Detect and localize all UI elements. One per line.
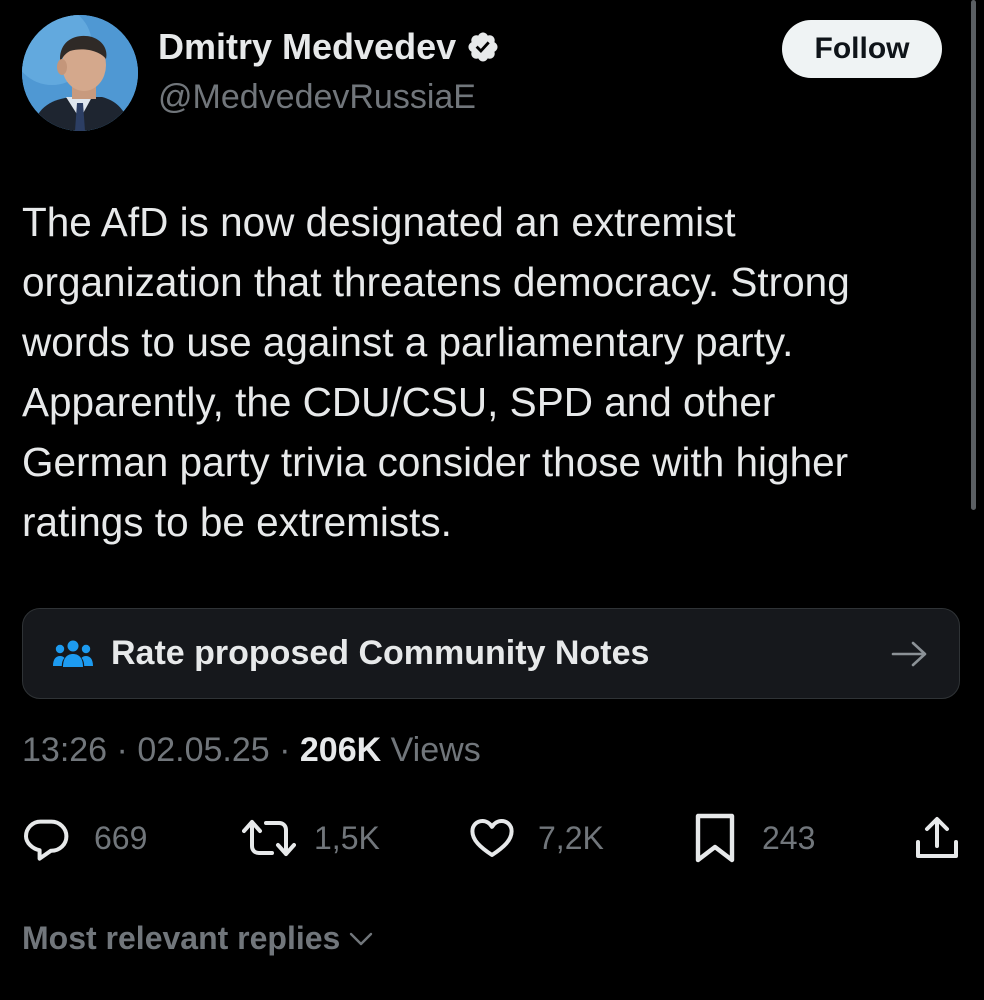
community-notes-label: Rate proposed Community Notes xyxy=(111,634,650,672)
reply-button[interactable]: 669 xyxy=(22,812,147,864)
reply-count: 669 xyxy=(94,819,148,856)
tweet-text-line: German party trivia consider those with … xyxy=(22,439,849,485)
tweet-time[interactable]: 13:26 xyxy=(22,731,107,769)
tweet-text-line: The AfD is now designated an extremist xyxy=(22,199,736,245)
views-label: Views xyxy=(381,731,481,769)
replies-sort-label: Most relevant replies xyxy=(22,920,341,956)
bookmark-icon xyxy=(695,813,735,863)
author-handle[interactable]: @MedvedevRussiaE xyxy=(158,78,476,117)
views-count: 206K xyxy=(299,731,382,769)
share-icon xyxy=(916,817,958,858)
repost-count: 1,5K xyxy=(314,819,380,856)
heart-icon xyxy=(470,819,514,857)
people-group-icon xyxy=(53,639,93,669)
verified-badge-icon xyxy=(466,30,500,64)
reply-icon xyxy=(24,819,69,861)
like-count: 7,2K xyxy=(538,819,604,856)
like-button[interactable]: 7,2K xyxy=(468,812,604,864)
tweet-text-line: Apparently, the CDU/CSU, SPD and other xyxy=(22,379,776,425)
repost-button[interactable]: 1,5K xyxy=(242,812,380,864)
tweet-text-line: ratings to be extremists. xyxy=(22,499,452,545)
arrow-right-icon xyxy=(891,639,929,669)
repost-icon xyxy=(242,820,296,856)
tweet-date[interactable]: 02.05.25 xyxy=(137,731,269,769)
rate-community-notes-card[interactable]: Rate proposed Community Notes xyxy=(22,608,960,699)
meta-separator: · xyxy=(107,731,138,769)
person-avatar-icon xyxy=(22,15,138,131)
scrollbar[interactable] xyxy=(971,0,976,510)
replies-sort-dropdown[interactable]: Most relevant replies xyxy=(22,920,376,957)
tweet-meta: 13:26 · 02.05.25 · 206K Views xyxy=(22,731,481,770)
author-avatar[interactable] xyxy=(22,15,138,131)
author-name[interactable]: Dmitry Medvedev xyxy=(158,26,500,68)
tweet-text-line: organization that threatens democracy. S… xyxy=(22,259,850,305)
tweet-text-line: words to use against a parliamentary par… xyxy=(22,319,794,365)
author-name-text: Dmitry Medvedev xyxy=(158,26,457,67)
bookmark-count: 243 xyxy=(762,819,816,856)
meta-separator: · xyxy=(269,731,300,769)
bookmark-button[interactable]: 243 xyxy=(694,812,815,864)
chevron-down-icon xyxy=(350,932,373,945)
tweet-text: The AfD is now designated an extremist o… xyxy=(22,192,967,552)
share-button[interactable] xyxy=(914,812,960,864)
follow-button[interactable]: Follow xyxy=(782,20,942,78)
